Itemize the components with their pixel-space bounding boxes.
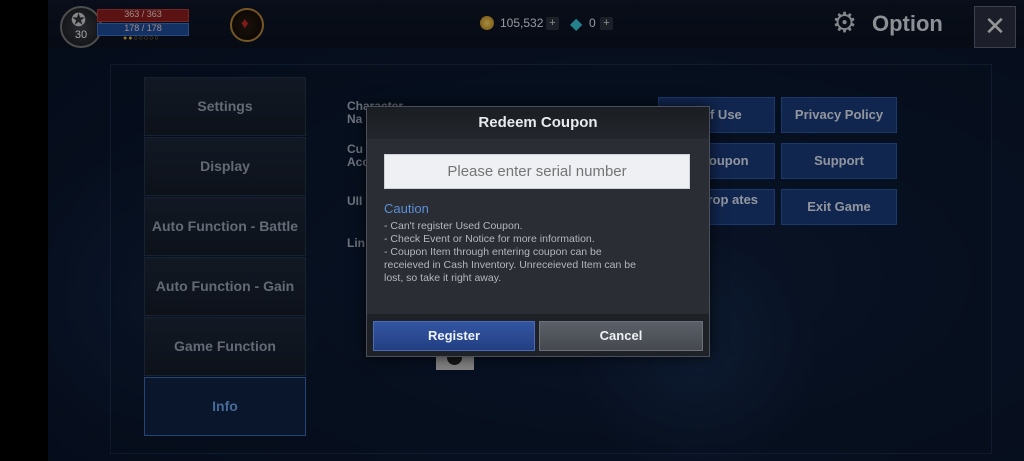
caution-note-4: receieved in Cash Inventory. Unreceieved… <box>384 259 636 271</box>
cancel-button[interactable]: Cancel <box>539 321 703 351</box>
caution-note-2: - Check Event or Notice for more informa… <box>384 233 595 245</box>
caution-heading: Caution <box>384 201 429 216</box>
game-screen: ✪ 30 363 / 363 178 / 178 ●●○○○○○ ♦ 105,5… <box>48 0 1024 461</box>
caution-note-5: lost, so take it right away. <box>384 272 502 284</box>
register-button[interactable]: Register <box>373 321 535 351</box>
dialog-header: Redeem Coupon <box>367 107 709 139</box>
redeem-coupon-dialog: Redeem Coupon Caution - Can't register U… <box>366 106 710 357</box>
serial-number-input[interactable] <box>384 154 690 189</box>
caution-note-3: - Coupon Item through entering coupon ca… <box>384 246 602 258</box>
dialog-title: Redeem Coupon <box>478 114 598 131</box>
caution-note-1: - Can't register Used Coupon. <box>384 220 523 232</box>
